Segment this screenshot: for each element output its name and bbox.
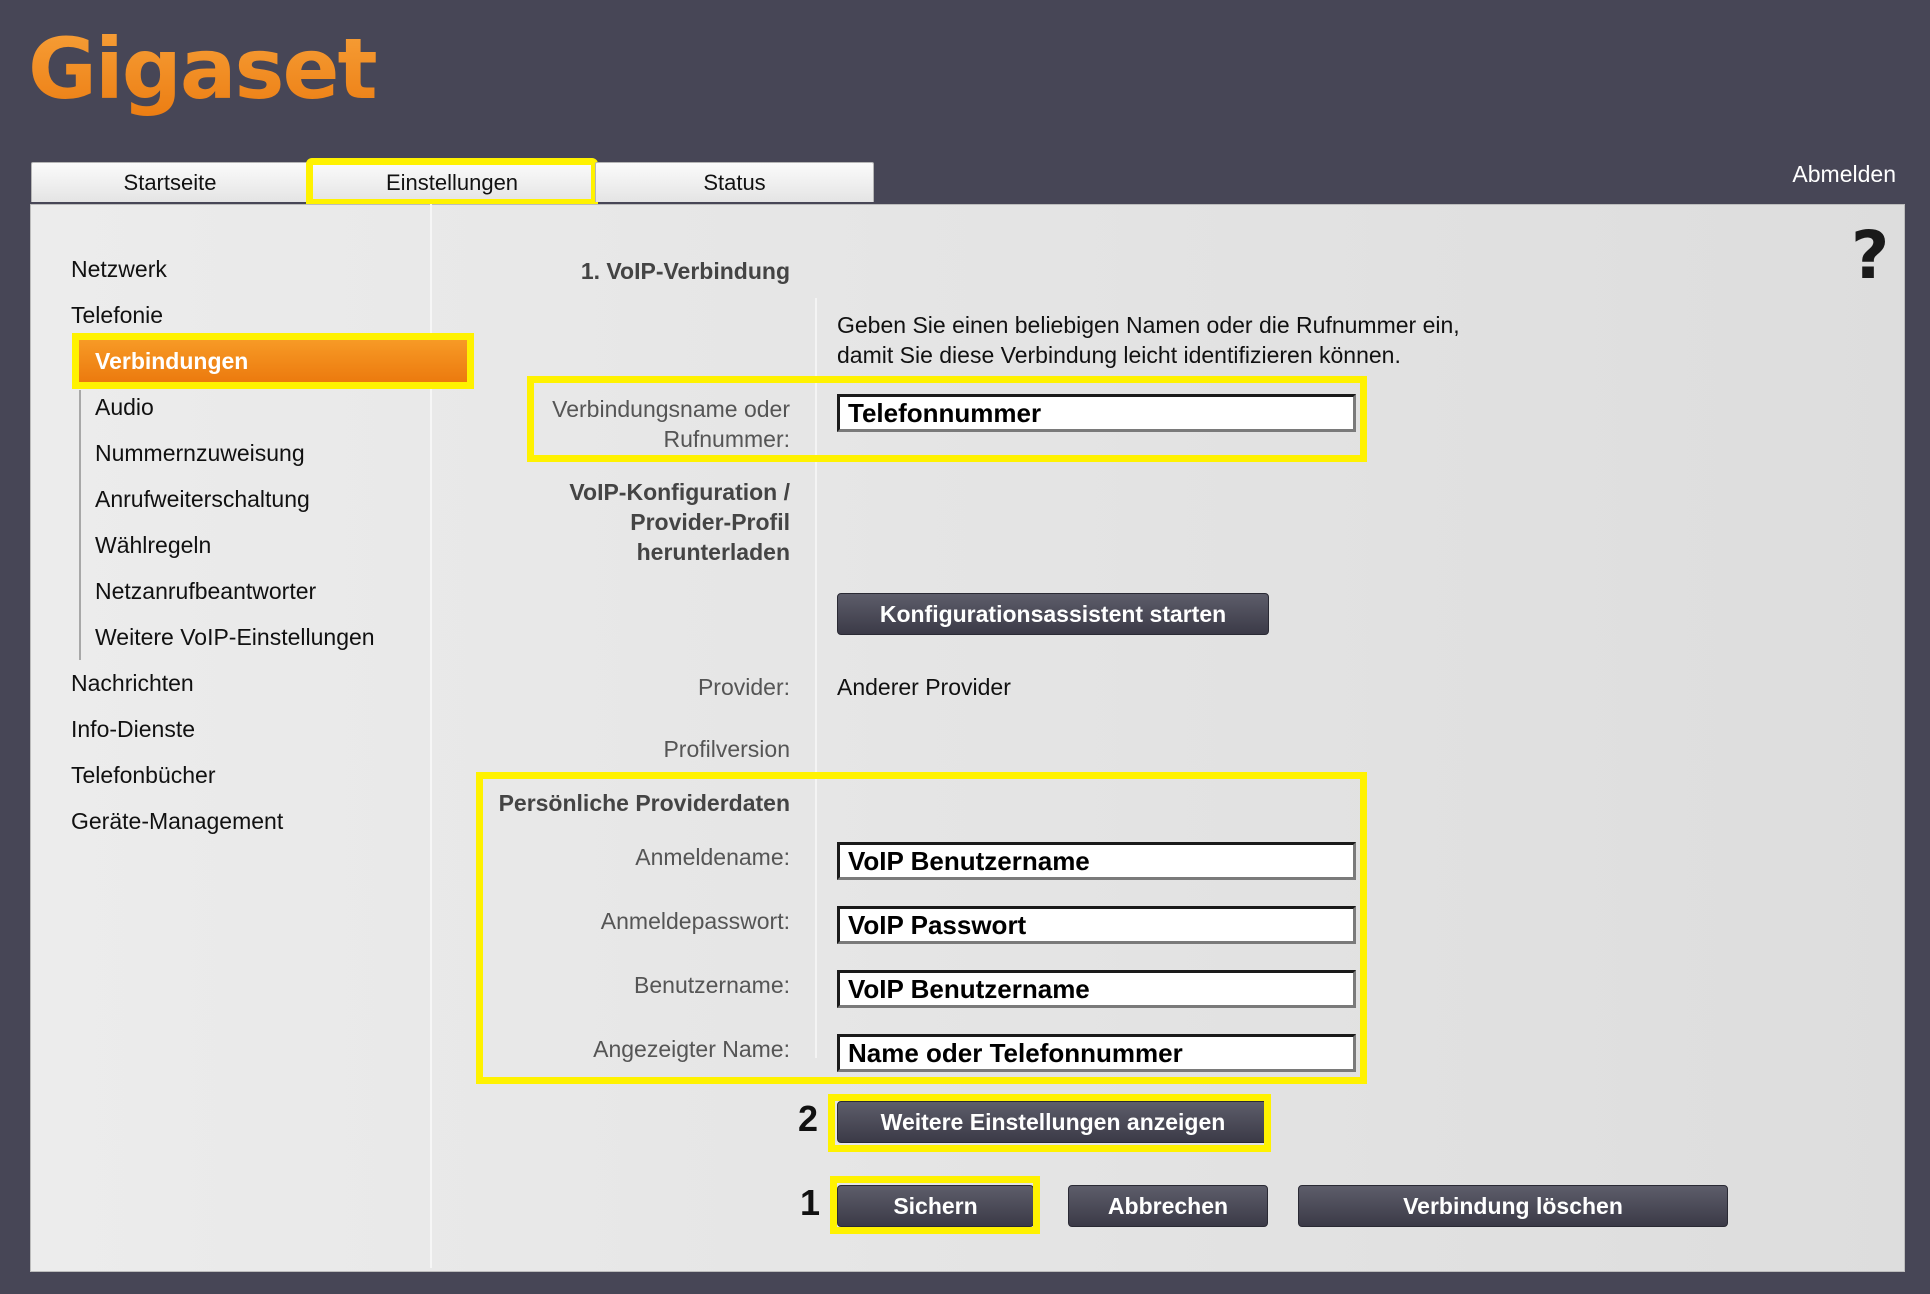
tab-startseite[interactable]: Startseite — [31, 162, 309, 202]
step-marker-2: 2 — [798, 1098, 819, 1139]
sidebar-item-netzanrufbeantworter[interactable]: Netzanrufbeantworter — [95, 578, 316, 605]
sidebar-item-geraete-management[interactable]: Geräte-Management — [71, 808, 283, 835]
sidebar-item-info-dienste[interactable]: Info-Dienste — [71, 716, 195, 743]
sidebar-item-netzwerk[interactable]: Netzwerk — [71, 256, 167, 283]
delete-connection-button[interactable]: Verbindung löschen — [1298, 1185, 1728, 1227]
highlight-personal-data — [476, 772, 1367, 1084]
sidebar-item-audio[interactable]: Audio — [95, 394, 154, 421]
gigaset-logo: Gigaset — [28, 20, 378, 118]
logout-link[interactable]: Abmelden — [1792, 161, 1896, 188]
sidebar-item-anrufweiterschaltung[interactable]: Anrufweiterschaltung — [95, 486, 310, 513]
cancel-button[interactable]: Abbrechen — [1068, 1185, 1268, 1227]
tab-einstellungen[interactable]: Einstellungen — [306, 158, 598, 206]
step-marker-1: 1 — [800, 1182, 821, 1223]
tab-status[interactable]: Status — [595, 162, 874, 202]
config-label-line3: herunterladen — [636, 539, 790, 565]
hint-text-line2: damit Sie diese Verbindung leicht identi… — [837, 342, 1401, 368]
sidebar-item-nummernzuweisung[interactable]: Nummernzuweisung — [95, 440, 305, 467]
sidebar-item-telefonbuecher[interactable]: Telefonbücher — [71, 762, 216, 789]
help-icon[interactable]: ? — [1851, 223, 1889, 289]
sidebar-item-nachrichten[interactable]: Nachrichten — [71, 670, 194, 697]
sidebar-item-verbindungen[interactable]: Verbindungen — [72, 333, 474, 389]
sidebar-item-wahlregeln[interactable]: Wählregeln — [95, 532, 211, 559]
provider-value: Anderer Provider — [837, 674, 1011, 700]
submenu-line — [79, 390, 81, 660]
highlight-save-button — [830, 1176, 1040, 1234]
config-label-line2: Provider-Profil — [630, 509, 790, 535]
sidebar-item-weitere-voip[interactable]: Weitere VoIP-Einstellungen — [95, 624, 375, 651]
hint-text-line1: Geben Sie einen beliebigen Namen oder di… — [837, 312, 1460, 338]
sidebar-item-telefonie[interactable]: Telefonie — [71, 302, 163, 329]
section-title-voip-verbindung: 1. VoIP-Verbindung — [580, 258, 790, 284]
highlight-more-settings — [828, 1094, 1271, 1152]
provider-label: Provider: — [697, 674, 790, 700]
config-label-line1: VoIP-Konfiguration / — [569, 479, 790, 505]
config-assistant-button[interactable]: Konfigurationsassistent starten — [837, 593, 1269, 635]
profile-version-label: Profilversion — [663, 736, 790, 762]
highlight-connection-name — [527, 376, 1367, 462]
